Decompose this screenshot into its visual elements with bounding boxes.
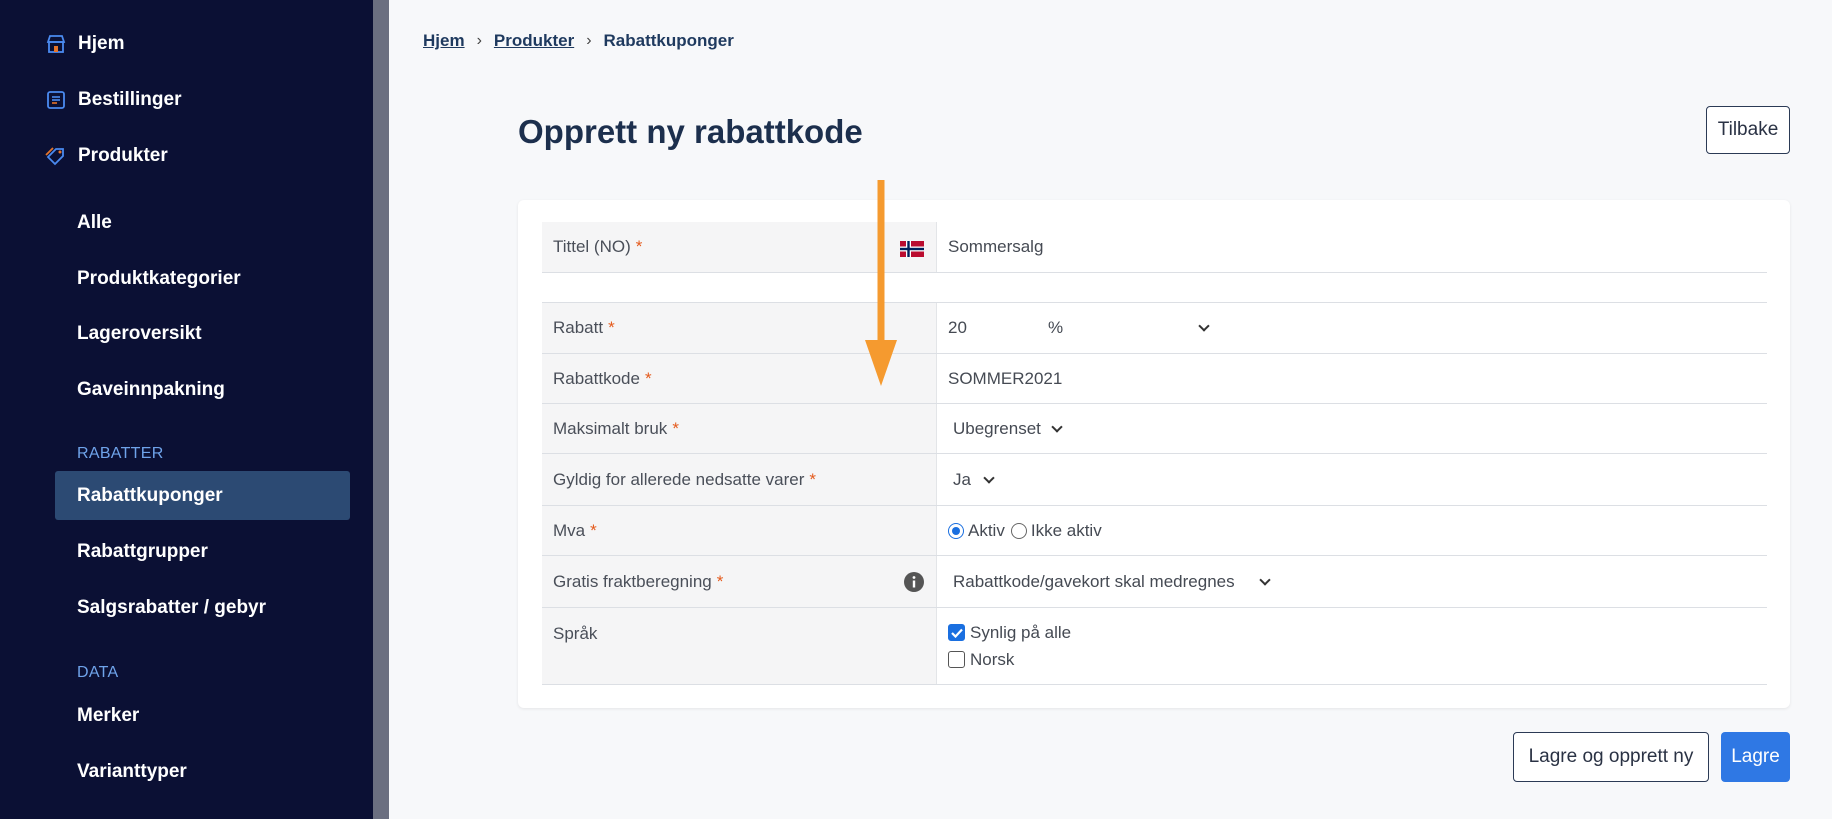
chevron-right-icon: ›: [476, 32, 482, 49]
title-input[interactable]: Sommersalg: [937, 222, 1767, 272]
breadcrumb-link-produkter[interactable]: Produkter: [494, 31, 574, 51]
annotation-arrow: [865, 180, 897, 386]
sidebar-item-alle[interactable]: Alle: [77, 208, 112, 238]
sidebar-section-data: DATA: [77, 664, 119, 681]
discount-input[interactable]: 20: [948, 318, 1048, 338]
discount-unit-select[interactable]: %: [1048, 318, 1210, 338]
vat-option-active-label[interactable]: Aktiv: [968, 521, 1005, 541]
language-label: Språk: [553, 624, 598, 643]
sidebar-item-produkter[interactable]: Produkter: [44, 141, 168, 171]
language-option-all[interactable]: Synlig på alle: [948, 619, 1071, 646]
sidebar-item-label: Hjem: [78, 33, 125, 54]
sidebar-item-bestillinger[interactable]: Bestillinger: [44, 85, 181, 115]
save-button[interactable]: Lagre: [1721, 732, 1790, 782]
sidebar-item-merker[interactable]: Merker: [77, 701, 139, 731]
sidebar: [0, 0, 373, 819]
sidebar-item-rabattkuponger[interactable]: Rabattkuponger: [77, 481, 223, 511]
norway-flag-icon[interactable]: [900, 241, 924, 262]
chevron-down-icon: [983, 471, 995, 484]
valid-reduced-select[interactable]: Ja: [953, 470, 995, 490]
breadcrumb-link-hjem[interactable]: Hjem: [423, 31, 465, 51]
sidebar-section-rabatter: RABATTER: [77, 445, 164, 462]
checkmark-icon: [950, 628, 963, 638]
form-row-shipping: Gratis fraktberegning * Rabattkode/gaveko…: [542, 556, 1767, 608]
sidebar-item-label: Bestillinger: [78, 89, 182, 110]
form-row-language: Språk Synlig på alle Norsk: [542, 608, 1767, 685]
tag-icon: [44, 144, 68, 168]
form-row-valid-reduced: Gyldig for allerede nedsatte varer * Ja: [542, 454, 1767, 506]
valid-reduced-label: Gyldig for allerede nedsatte varer: [553, 469, 805, 489]
checkbox-all[interactable]: [948, 624, 965, 641]
store-icon: [44, 32, 68, 56]
page-title: Opprett ny rabattkode: [518, 113, 863, 150]
max-use-select[interactable]: Ubegrenset: [953, 419, 1063, 439]
sidebar-item-gaveinnpakning[interactable]: Gaveinnpakning: [77, 375, 225, 405]
form-row-vat: Mva * Aktiv Ikke aktiv: [542, 506, 1767, 556]
breadcrumb: Hjem › Produkter › Rabattkuponger: [423, 31, 734, 51]
sidebar-item-lageroversikt[interactable]: Lageroversikt: [77, 319, 202, 349]
vat-option-inactive-label[interactable]: Ikke aktiv: [1031, 521, 1102, 541]
code-input[interactable]: SOMMER2021: [937, 354, 1767, 403]
language-option-norwegian[interactable]: Norsk: [948, 646, 1014, 673]
save-and-new-button[interactable]: Lagre og opprett ny: [1513, 732, 1709, 782]
sidebar-item-label: Produkter: [78, 145, 168, 166]
sidebar-item-hjem[interactable]: Hjem: [44, 29, 124, 59]
sidebar-scrollbar[interactable]: [373, 0, 389, 819]
order-list-icon: [44, 88, 68, 112]
form-row-code: Rabattkode * SOMMER2021: [542, 354, 1767, 404]
form-row-max-use: Maksimalt bruk * Ubegrenset: [542, 404, 1767, 454]
shipping-label: Gratis fraktberegning: [553, 571, 712, 591]
vat-radio-inactive[interactable]: [1010, 522, 1027, 539]
shipping-select[interactable]: Rabattkode/gavekort skal medregnes: [953, 572, 1271, 592]
chevron-down-icon: [1198, 320, 1210, 332]
back-button[interactable]: Tilbake: [1706, 106, 1790, 154]
vat-label: Mva: [553, 520, 586, 540]
sidebar-item-varianttyper[interactable]: Varianttyper: [77, 757, 187, 787]
info-icon[interactable]: [904, 572, 924, 597]
form-row-discount: Rabatt * 20 %: [542, 303, 1767, 354]
vat-radio-active[interactable]: [948, 522, 964, 539]
sidebar-item-produktkategorier[interactable]: Produktkategorier: [77, 264, 241, 294]
max-use-label: Maksimalt bruk: [553, 418, 668, 438]
chevron-down-icon: [1051, 420, 1063, 433]
chevron-down-icon: [1258, 573, 1271, 586]
breadcrumb-current: Rabattkuponger: [603, 31, 734, 50]
sidebar-item-rabattgrupper[interactable]: Rabattgrupper: [77, 537, 208, 567]
form-row-title: Tittel (NO) * Sommersalg: [542, 222, 1767, 273]
checkbox-norwegian[interactable]: [948, 651, 965, 668]
sidebar-item-salgsrabatter[interactable]: Salgsrabatter / gebyr: [77, 593, 266, 623]
discount-label: Rabatt: [553, 318, 604, 337]
code-label: Rabattkode: [553, 368, 640, 388]
chevron-right-icon: ›: [586, 32, 592, 49]
